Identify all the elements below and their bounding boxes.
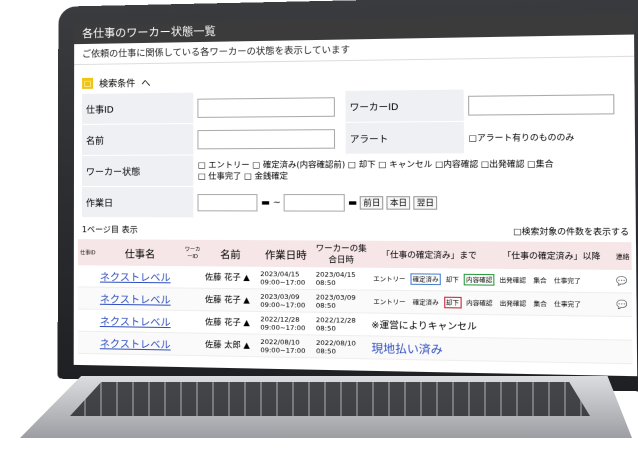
status-option: □ 金銭確定 xyxy=(244,171,288,181)
status-option: □ 仕事完了 xyxy=(197,171,242,181)
alert-label: アラート xyxy=(345,121,465,155)
meet-datetime: 2023/04/15 08:50 xyxy=(313,267,370,291)
job-id-label: 仕事ID xyxy=(82,92,194,125)
status-tag: 集合 xyxy=(533,300,547,309)
status-tag: 仕事完了 xyxy=(554,301,582,309)
status-option: □集合 xyxy=(527,159,554,169)
worker-table: 仕事ID 仕事名 ワーカーID 名前 作業日時 ワーカーの集合日時 「仕事の確定… xyxy=(77,239,633,364)
status-tag: 内容確認 xyxy=(466,300,493,308)
person-icon: ▲ xyxy=(243,317,250,328)
status-option: □ キャンセル xyxy=(378,159,433,170)
job-link[interactable]: ネクストレベル xyxy=(100,317,171,329)
col-worker-id[interactable]: ワーカーID xyxy=(182,239,203,267)
search-form: 仕事ID ワーカーID 名前 アラート □アラート有りのもののみ ワーカー状態 … xyxy=(81,87,627,220)
col-contact[interactable]: 連絡 xyxy=(613,242,632,270)
status-tag: 仕事完了 xyxy=(553,277,581,286)
col-before-confirm[interactable]: 「仕事の確定済み」まで xyxy=(368,240,490,269)
status-tag: 確定済み xyxy=(410,273,441,286)
show-count-checkbox[interactable]: □検索対象の件数を表示する xyxy=(513,226,629,238)
meet-datetime: 2023/03/09 08:50 xyxy=(313,289,370,313)
worker-name: 佐藤 花子 ▲ xyxy=(202,288,259,312)
status-option: □ 確定済み(内容確認前) xyxy=(252,159,346,170)
name-input[interactable] xyxy=(197,128,336,149)
status-tag: 内容確認 xyxy=(463,273,495,286)
laptop-keyboard xyxy=(70,382,590,416)
filter-icon: □ xyxy=(82,77,94,89)
alert-checkbox[interactable]: □アラート有りのもののみ xyxy=(464,120,627,154)
page-indicator: 1ページ目 表示 xyxy=(81,225,138,235)
worker-name: 佐藤 太郎 ▲ xyxy=(202,333,259,357)
job-id-input[interactable] xyxy=(197,96,336,118)
name-label: 名前 xyxy=(81,123,194,156)
worker-id-label: ワーカーID xyxy=(345,89,465,123)
status-label: ワーカー状態 xyxy=(81,154,194,187)
calendar-icon[interactable]: ▬ xyxy=(348,198,357,208)
status-option: □ 却下 xyxy=(347,159,376,170)
status-tag: 却下 xyxy=(445,276,459,285)
work-datetime: 2022/08/10 09:00~17:00 xyxy=(258,334,314,358)
app-screen: 各仕事のワーカー状態一覧 ご依頼の仕事に関係している各ワーカーの状態を表示してい… xyxy=(73,13,638,377)
status-checkboxes[interactable]: □ エントリー □ 確定済み(内容確認前) □ 却下 □ キャンセル □内容確認… xyxy=(193,153,627,187)
pager: 1ページ目 表示 □検索対象の件数を表示する xyxy=(74,218,636,242)
work-datetime: 2023/04/15 09:00~17:00 xyxy=(258,266,314,290)
search-toggle[interactable]: □ 検索条件 へ xyxy=(82,70,625,90)
meet-datetime: 2022/12/28 08:50 xyxy=(313,312,370,336)
worker-name: 佐藤 花子 ▲ xyxy=(202,310,259,335)
work-datetime: 2022/12/28 09:00~17:00 xyxy=(258,311,314,336)
date-to-input[interactable] xyxy=(283,193,345,212)
status-tag: 集合 xyxy=(533,277,547,286)
worker-id-input[interactable] xyxy=(468,93,615,116)
laptop-lid: 各仕事のワーカー状態一覧 ご依頼の仕事に関係している各ワーカーの状態を表示してい… xyxy=(57,0,638,392)
status-option: □内容確認 xyxy=(435,159,479,170)
person-icon: ▲ xyxy=(243,272,250,283)
chat-icon[interactable]: 💬 xyxy=(613,292,633,317)
status-tag: エントリー xyxy=(373,276,406,284)
col-name[interactable]: 名前 xyxy=(202,239,259,267)
calendar-icon[interactable]: ▬ xyxy=(261,198,270,208)
status-tag: 確定済み xyxy=(412,299,439,308)
job-link[interactable]: ネクストレベル xyxy=(100,339,171,351)
today-button[interactable]: 本日 xyxy=(386,195,411,210)
worker-name: 佐藤 花子 ▲ xyxy=(202,266,259,289)
range-separator: ~ xyxy=(272,197,281,208)
status-tag: 出発確認 xyxy=(499,277,527,285)
status-option: □出発確認 xyxy=(480,159,525,169)
prev-day-button[interactable]: 前日 xyxy=(360,195,384,210)
meet-datetime: 2022/08/10 08:50 xyxy=(313,335,370,359)
status-option: □ エントリー xyxy=(197,160,250,170)
person-icon: ▲ xyxy=(243,340,250,350)
status-tag: 却下 xyxy=(443,296,462,309)
date-label: 作業日 xyxy=(81,186,194,218)
status-paid: 現地払い済み xyxy=(369,335,633,364)
col-job-id[interactable]: 仕事ID xyxy=(77,239,98,266)
chat-icon[interactable]: 💬 xyxy=(613,269,632,294)
status-tag: エントリー xyxy=(373,298,406,307)
col-job-name[interactable]: 仕事名 xyxy=(97,239,183,267)
date-from-input[interactable] xyxy=(197,193,258,211)
col-meet-datetime[interactable]: ワーカーの集合日時 xyxy=(313,240,369,268)
person-icon: ▲ xyxy=(243,295,250,305)
search-heading: 検索条件 xyxy=(99,79,136,90)
work-datetime: 2023/03/09 09:00~17:00 xyxy=(258,288,314,313)
status-tag: 出発確認 xyxy=(499,300,527,309)
next-day-button[interactable]: 翌日 xyxy=(413,195,438,210)
col-work-datetime[interactable]: 作業日時 xyxy=(258,240,314,268)
col-after-confirm[interactable]: 「仕事の確定済み」以降 xyxy=(489,241,614,270)
job-link[interactable]: ネクストレベル xyxy=(100,295,171,307)
chevron-up-icon: へ xyxy=(141,79,151,90)
job-link[interactable]: ネクストレベル xyxy=(100,273,171,285)
